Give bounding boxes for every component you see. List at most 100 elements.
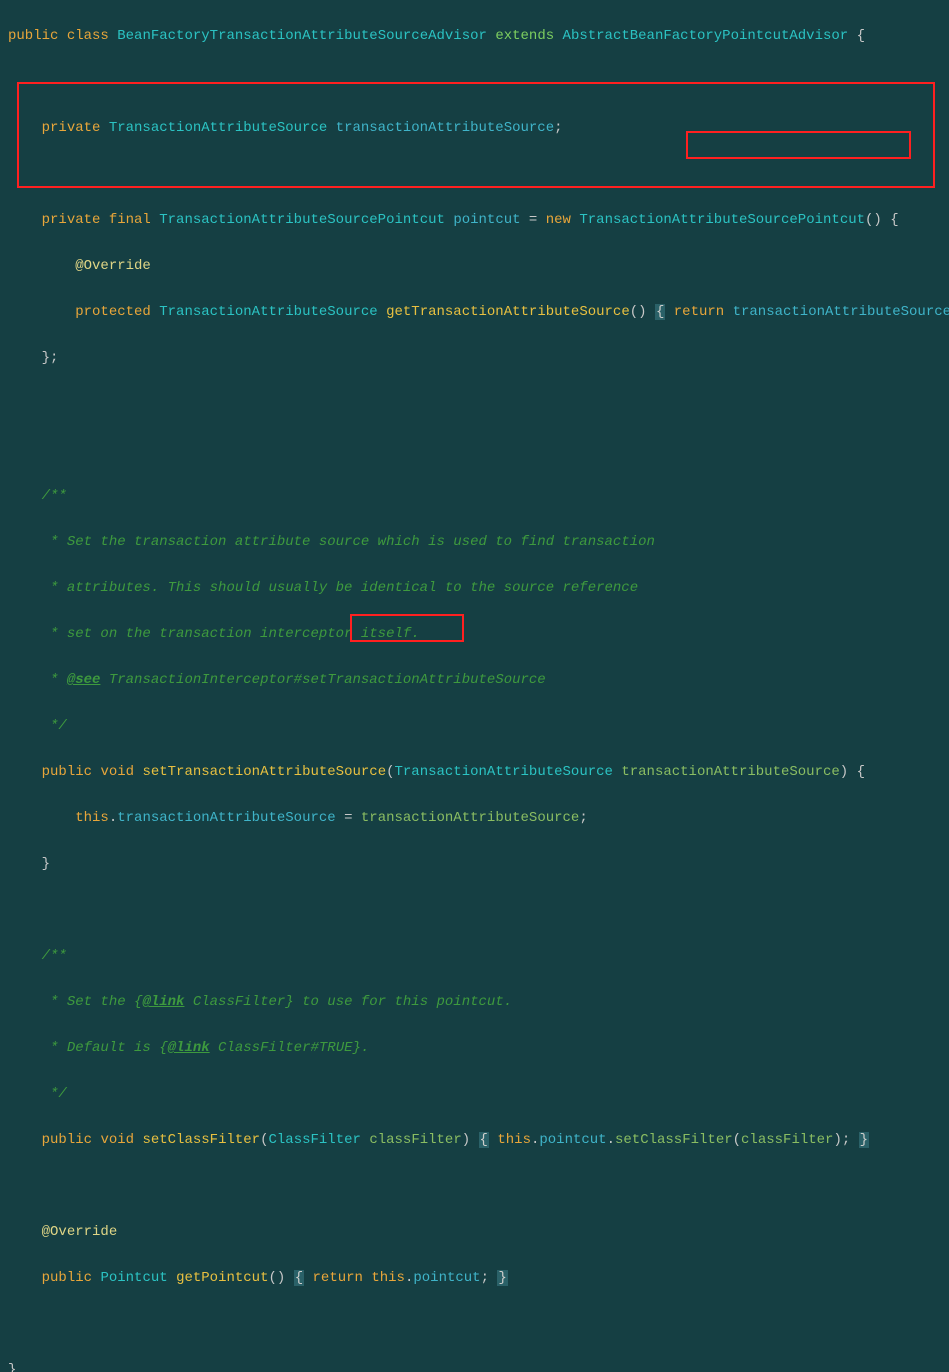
semi: ; [554,120,562,136]
semi: ; [481,1270,489,1286]
arg: classFilter [741,1132,833,1148]
ctor: TransactionAttributeSourcePointcut [579,212,865,228]
kw-extends: extends [495,28,554,44]
kw-private: private [42,120,101,136]
field: pointcut [453,212,520,228]
kw-class: class [67,28,109,44]
dot: . [109,810,117,826]
paren: ( [386,764,394,780]
method: setClassFilter [142,1132,260,1148]
rhs: transactionAttributeSource [361,810,579,826]
code-line: } [0,1359,949,1372]
kw-this: this [75,810,109,826]
brace: } [497,1270,507,1286]
code-line: public void setTransactionAttributeSourc… [0,761,949,784]
member: pointcut [539,1132,606,1148]
brace: } [859,1132,869,1148]
code-line: */ [0,1083,949,1106]
semi: ; [842,1132,850,1148]
code-line: @Override [0,255,949,278]
call: setClassFilter [615,1132,733,1148]
parens: () [268,1270,285,1286]
comment: * set on the transaction interceptor its… [42,626,420,642]
brace: { [890,212,898,228]
param: transactionAttributeSource [621,764,839,780]
comment: * attributes. This should usually be ide… [42,580,639,596]
kw-private: private [42,212,101,228]
code-line: * attributes. This should usually be ide… [0,577,949,600]
type: TransactionAttributeSource [159,304,377,320]
parens: () [865,212,882,228]
code-line [0,71,949,94]
code-line: private final TransactionAttributeSource… [0,209,949,232]
type: ClassFilter [268,1132,360,1148]
member: pointcut [413,1270,480,1286]
kw-return: return [674,304,724,320]
parens: () [630,304,647,320]
kw-public: public [42,1132,92,1148]
kw-final: final [109,212,151,228]
code-line: protected TransactionAttributeSource get… [0,301,949,324]
paren: ( [260,1132,268,1148]
paren: ) [462,1132,470,1148]
code-line: public class BeanFactoryTransactionAttri… [0,25,949,48]
kw-protected: protected [75,304,151,320]
comment: #TRUE}. [310,1040,369,1056]
param: classFilter [369,1132,461,1148]
kw-void: void [100,1132,134,1148]
brace: { [479,1132,489,1148]
comment: */ [42,718,67,734]
brace: } [8,1362,16,1372]
type: TransactionAttributeSourcePointcut [159,212,445,228]
dot: . [607,1132,615,1148]
assign: = [336,810,361,826]
method: getTransactionAttributeSource [386,304,630,320]
semi: ; [50,350,58,366]
member: transactionAttributeSource [117,810,335,826]
method: getPointcut [176,1270,268,1286]
paren: ( [733,1132,741,1148]
brace: { [857,28,865,44]
code-line [0,1313,949,1336]
code-line: private TransactionAttributeSource trans… [0,117,949,140]
kw-public: public [42,764,92,780]
code-view: public class BeanFactoryTransactionAttri… [0,0,949,1372]
kw-new: new [546,212,571,228]
method: setTransactionAttributeSource [142,764,386,780]
comment: * Set the transaction attribute source w… [42,534,655,550]
brace: } [42,350,50,366]
code-line: this.transactionAttributeSource = transa… [0,807,949,830]
brace: { [655,304,665,320]
brace: { [294,1270,304,1286]
code-line: /** [0,485,949,508]
code-line [0,1175,949,1198]
kw-this: this [371,1270,405,1286]
code-line: @Override [0,1221,949,1244]
var: transactionAttributeSource [733,304,949,320]
annotation: @Override [42,1224,118,1240]
brace: } [42,856,50,872]
semi: ; [579,810,587,826]
type: TransactionAttributeSource [395,764,613,780]
code-line [0,899,949,922]
kw-void: void [100,764,134,780]
code-line: * @see TransactionInterceptor#setTransac… [0,669,949,692]
code-line: public Pointcut getPointcut() { return t… [0,1267,949,1290]
kw-public: public [8,28,58,44]
paren: ) [840,764,848,780]
paren: ) [833,1132,841,1148]
comment: * Set the { [42,994,143,1010]
type: Pointcut [100,1270,167,1286]
brace: { [857,764,865,780]
code-line: * Set the transaction attribute source w… [0,531,949,554]
comment: * Default is { [42,1040,168,1056]
assign: = [521,212,546,228]
code-line: * Default is {@link ClassFilter#TRUE}. [0,1037,949,1060]
comment: } to use for this pointcut. [285,994,512,1010]
comment: */ [42,1086,67,1102]
code-line [0,393,949,416]
javadoc-tag: @link [168,1040,210,1056]
comment: /** [42,948,67,964]
code-line: /** [0,945,949,968]
super-class: AbstractBeanFactoryPointcutAdvisor [563,28,849,44]
